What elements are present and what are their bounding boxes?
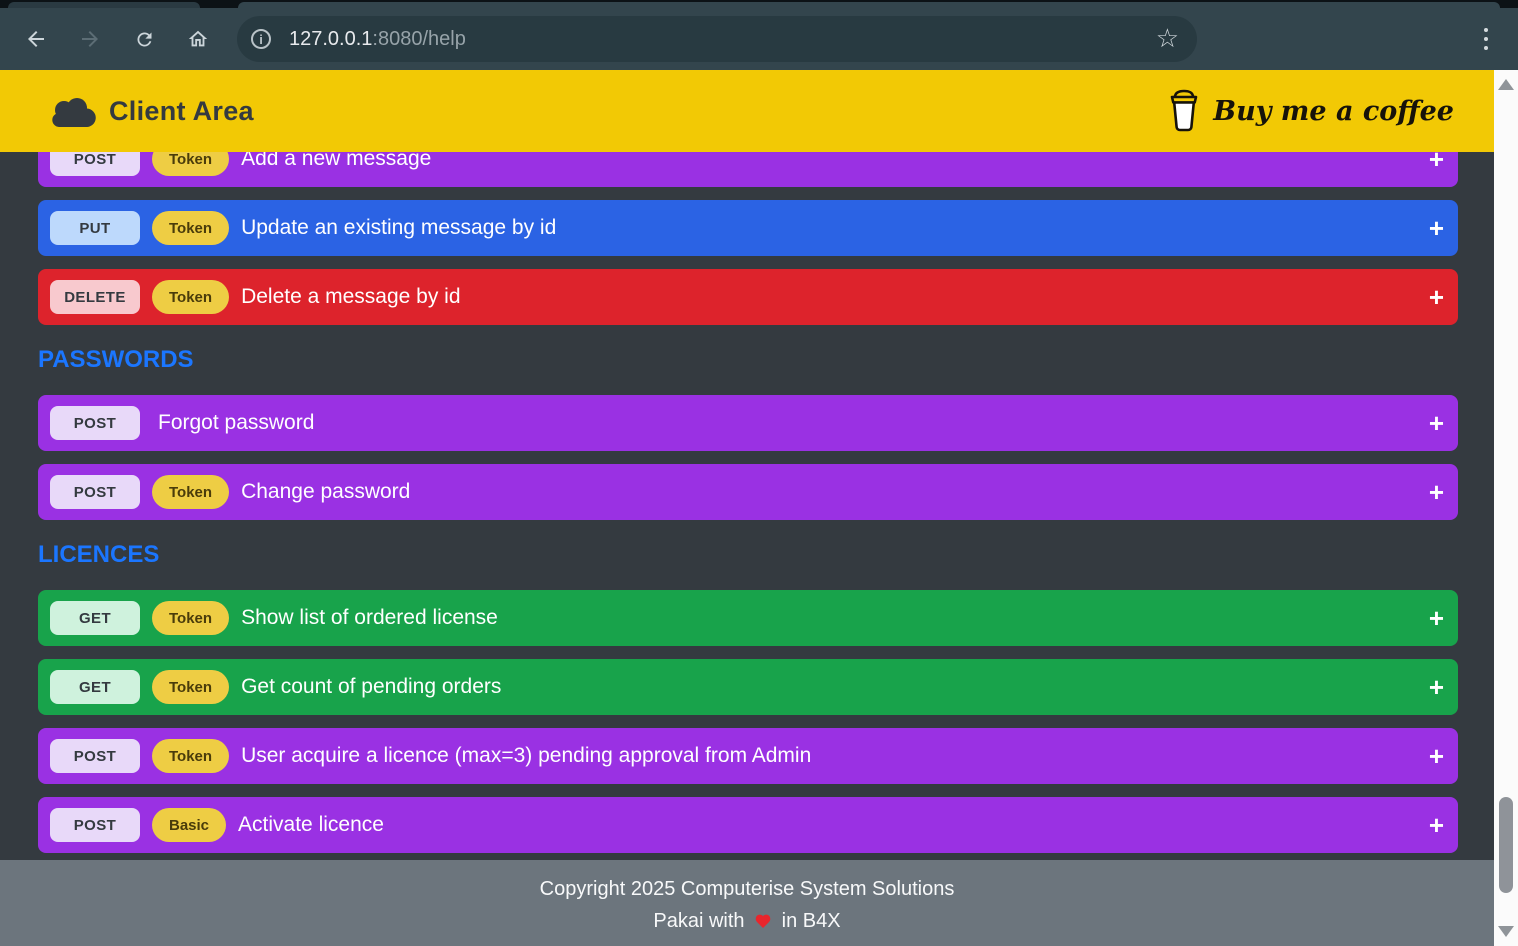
auth-badge: Token [152,280,230,314]
api-endpoint-row[interactable]: DELETE Token Delete a message by id + [38,269,1458,325]
method-badge: GET [50,601,140,635]
url-path: :8080/help [372,27,466,50]
bmc-label: Buy me a coffee [1213,95,1454,127]
reload-button[interactable] [117,17,171,61]
endpoint-title: Delete a message by id [241,285,461,308]
expand-plus-icon: + [1428,477,1444,507]
scroll-down-arrow-icon[interactable] [1498,926,1514,937]
arrow-right-icon [82,31,98,47]
url-host: 127.0.0.1 [289,27,373,50]
method-badge: POST [50,406,140,440]
expand-plus-icon: + [1428,282,1444,312]
address-bar[interactable]: i 127.0.0.1:8080/help ☆ [237,16,1197,62]
api-endpoint-row[interactable]: POST Basic Activate licence + [38,797,1458,853]
kebab-dot [1484,46,1488,50]
heart-icon [755,914,771,928]
endpoint-title: Change password [241,480,411,503]
expand-plus-icon: + [1428,603,1444,633]
endpoint-title: Activate licence [238,813,384,836]
made-with-text: Pakai with in B4X [0,905,1494,937]
expand-plus-icon: + [1428,741,1444,771]
bookmark-star-icon[interactable]: ☆ [1156,25,1179,51]
auth-badge: Token [152,670,230,704]
endpoint-title: Get count of pending orders [241,675,502,698]
api-help-list: POST Token Add a new message + PUT Token Updat… [0,131,1494,860]
browser-menu-button[interactable] [1476,20,1496,58]
kebab-dot [1484,37,1488,41]
expand-plus-icon: + [1428,672,1444,702]
buy-me-a-coffee-button[interactable]: Buy me a coffee [1167,88,1454,134]
scrollbar-thumb[interactable] [1499,797,1513,893]
endpoint-title: Update an existing message by id [241,216,557,239]
browser-toolbar: i 127.0.0.1:8080/help ☆ [0,8,1518,70]
back-button[interactable] [9,17,63,61]
auth-badge: Token [152,211,230,245]
method-badge: POST [50,808,140,842]
api-sections: POST Token Add a new message + PUT Token Updat… [0,131,1494,853]
forward-button[interactable] [63,17,117,61]
app-header: Client Area Buy me a coffee [0,70,1494,152]
home-button[interactable] [171,17,225,61]
method-badge: PUT [50,211,140,245]
endpoint-title: User acquire a licence (max=3) pending a… [241,744,812,767]
api-endpoint-row[interactable]: POST Token Change password + [38,464,1458,520]
auth-badge: Token [152,739,230,773]
api-endpoint-row[interactable]: POST Forgot password + [38,395,1458,451]
endpoint-title: Forgot password [158,411,315,434]
section-title: PASSWORDS [38,346,194,373]
expand-plus-icon: + [1428,810,1444,840]
cloud-icon [52,97,96,127]
tab-strip [0,0,1518,8]
brand: Client Area [50,96,254,127]
auth-badge: Token [152,601,230,635]
site-info-icon[interactable]: i [251,29,271,49]
auth-badge: Token [152,475,230,509]
browser-chrome: i 127.0.0.1:8080/help ☆ [0,0,1518,70]
page-footer: Copyright 2025 Computerise System Soluti… [0,860,1494,946]
method-badge: DELETE [50,280,140,314]
made-with-suffix: in B4X [781,910,841,932]
coffee-cup-icon [1170,89,1198,132]
page-title: Client Area [109,95,254,126]
api-endpoint-row[interactable]: GET Token Get count of pending orders + [38,659,1458,715]
expand-plus-icon: + [1428,408,1444,438]
method-badge: POST [50,739,140,773]
endpoint-title: Show list of ordered license [241,606,498,629]
scroll-up-arrow-icon[interactable] [1498,79,1514,90]
kebab-dot [1484,28,1488,32]
expand-plus-icon: + [1428,213,1444,243]
method-badge: POST [50,475,140,509]
auth-badge: Basic [152,808,227,842]
api-endpoint-row[interactable]: GET Token Show list of ordered license + [38,590,1458,646]
api-endpoint-row[interactable]: POST Token User acquire a licence (max=3) … [38,728,1458,784]
page-viewport: Client Area Buy me a coffee POST Token Add… [0,70,1518,946]
made-with-prefix: Pakai with [653,910,745,932]
section-title: LICENCES [38,541,160,568]
arrow-left-icon [28,31,44,47]
copyright-text: Copyright 2025 Computerise System Soluti… [539,878,955,900]
scrollbar[interactable] [1494,70,1518,946]
method-badge: GET [50,670,140,704]
api-endpoint-row[interactable]: PUT Token Update an existing message by id… [38,200,1458,256]
url-text[interactable]: 127.0.0.1:8080/help [289,28,466,51]
home-icon [188,30,208,47]
reload-icon [136,31,151,46]
